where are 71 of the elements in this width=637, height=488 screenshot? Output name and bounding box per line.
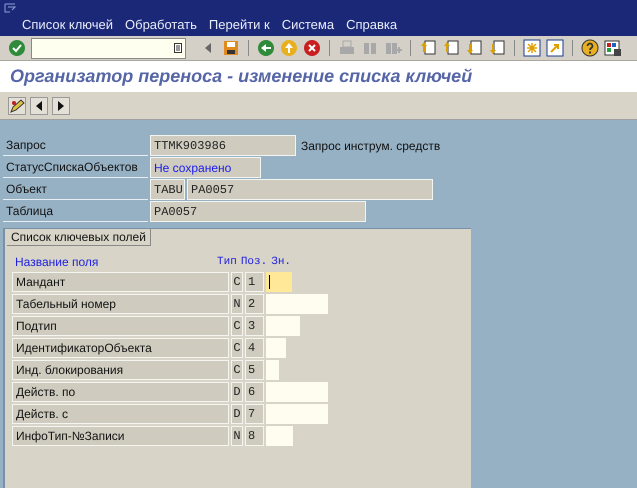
page-arrow-icon[interactable] [488, 39, 506, 57]
save-icon[interactable] [222, 39, 240, 57]
field-name-cell: Подтип [12, 316, 229, 336]
value-input[interactable] [266, 338, 286, 358]
value-input[interactable] [266, 294, 328, 314]
page-arrow-icon[interactable] [465, 39, 483, 57]
position-cell: 6 [245, 382, 264, 402]
position-cell: 5 [245, 360, 264, 380]
screen-title: Организатор переноса - изменение списка ключей [10, 65, 472, 88]
confirm-icon[interactable] [8, 39, 26, 57]
field-value: PA0057 [150, 201, 366, 222]
window-menu-icon[interactable] [4, 3, 16, 13]
value-input[interactable] [266, 382, 328, 402]
value-input[interactable] [266, 360, 279, 380]
field-name-cell: Табельный номер [12, 294, 229, 314]
position-cell: 7 [245, 404, 264, 424]
field-value: TTMK903986 [150, 135, 296, 156]
type-cell: D [231, 382, 243, 402]
value-input[interactable] [266, 404, 328, 424]
field-name-cell: Инд. блокирования [12, 360, 229, 380]
menu-item[interactable]: Система [282, 15, 334, 34]
value-input[interactable] [266, 426, 293, 446]
position-cell: 4 [245, 338, 264, 358]
shortcut-icon[interactable] [546, 39, 564, 57]
field-value: PA0057 [187, 179, 433, 200]
triangle-left-icon[interactable] [34, 100, 44, 112]
field-name-cell: Мандант [12, 272, 229, 292]
page-arrow-icon[interactable] [419, 39, 437, 57]
column-header: Тип [217, 254, 237, 270]
menu-item[interactable]: Список ключей [22, 15, 114, 34]
column-header: Название поля [15, 254, 100, 271]
help-icon[interactable] [581, 39, 599, 57]
back-icon[interactable] [257, 39, 275, 57]
field-label: Запрос [3, 135, 148, 156]
column-header: Поз. [240, 254, 268, 270]
triangle-right-icon[interactable] [56, 100, 66, 112]
position-cell: 8 [245, 426, 264, 446]
type-cell: C [231, 272, 243, 292]
value-input[interactable] [266, 316, 300, 336]
position-cell: 1 [245, 272, 264, 292]
cancel-icon[interactable] [303, 39, 321, 57]
command-field[interactable] [31, 38, 186, 58]
field-value: Не сохранено [150, 157, 261, 178]
column-header: Зн. [271, 254, 292, 270]
field-value: TABU [150, 179, 185, 200]
window-star-icon[interactable] [523, 39, 541, 57]
type-cell: D [231, 404, 243, 424]
value-input[interactable] [266, 272, 292, 292]
field-label: СтатусСпискаОбъектов [3, 157, 148, 178]
field-label: Таблица [3, 201, 148, 222]
position-cell: 3 [245, 316, 264, 336]
toolbar-button[interactable] [52, 96, 70, 114]
menu-item[interactable]: Перейти к [208, 15, 270, 34]
toolbar-button[interactable] [30, 96, 48, 114]
field-description: Запрос инструм. средств [301, 138, 440, 154]
type-cell: C [231, 316, 243, 336]
page-arrow-icon[interactable] [442, 39, 460, 57]
field-name-cell: ИдентификаторОбъекта [12, 338, 229, 358]
menu-item[interactable]: Обработать [125, 15, 197, 34]
position-cell: 2 [245, 294, 264, 314]
field-name-cell: ИнфоТип-№Записи [12, 426, 229, 446]
menu-item[interactable]: Справка [346, 15, 398, 34]
layout-icon[interactable] [604, 39, 622, 57]
type-cell: C [231, 338, 243, 358]
field-name-cell: Действ. по [12, 382, 229, 402]
list-icon[interactable] [174, 43, 182, 53]
type-cell: C [231, 360, 243, 380]
field-label: Объект [3, 179, 148, 200]
type-cell: N [231, 426, 243, 446]
type-cell: N [231, 294, 243, 314]
field-name-cell: Действ. с [12, 404, 229, 424]
